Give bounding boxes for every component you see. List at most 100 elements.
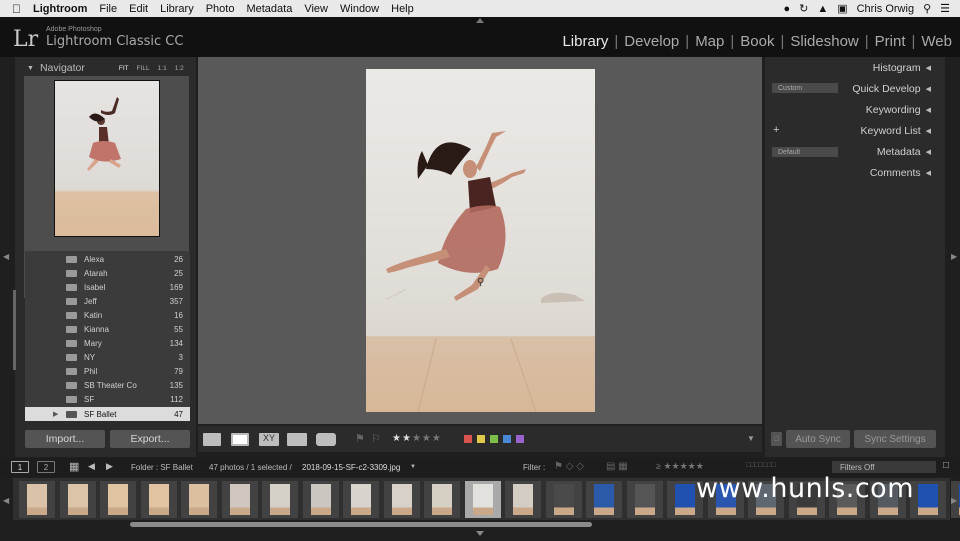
grid-view-icon[interactable]: [203, 433, 221, 446]
grid-view-icon[interactable]: ▦: [69, 460, 79, 473]
module-print[interactable]: Print: [875, 33, 906, 50]
collapse-top-icon[interactable]: [476, 18, 484, 23]
zoom-ratio[interactable]: 1:2: [175, 65, 184, 72]
module-book[interactable]: Book: [740, 33, 774, 50]
primary-window-button[interactable]: 1: [11, 461, 29, 473]
menu-help[interactable]: Help: [391, 3, 414, 15]
flag-pick-icon[interactable]: ⚑: [355, 432, 365, 445]
menu-metadata[interactable]: Metadata: [246, 3, 292, 15]
compare-view-icon[interactable]: XY: [259, 433, 279, 446]
people-view-icon[interactable]: [316, 433, 336, 446]
color-label-purple[interactable]: [516, 435, 524, 443]
folder-row-selected[interactable]: ▶ SF Ballet 47: [25, 407, 190, 421]
module-develop[interactable]: Develop: [624, 33, 679, 50]
menu-list-icon[interactable]: ☰: [940, 2, 950, 15]
filmstrip-thumbnail[interactable]: [424, 481, 460, 518]
loupe-view-icon[interactable]: [231, 433, 249, 446]
collapse-bottom-icon[interactable]: [476, 531, 484, 536]
filmstrip-thumbnail-selected[interactable]: [464, 481, 501, 518]
flag-reject-icon[interactable]: ⚐: [371, 432, 381, 445]
folder-row[interactable]: SB Theater Co 135: [25, 378, 190, 392]
filmstrip-thumbnail[interactable]: [302, 481, 339, 518]
filmstrip-thumbnail[interactable]: [505, 481, 541, 518]
filmstrip-thumbnail[interactable]: [181, 481, 217, 518]
filmstrip-thumbnail[interactable]: [140, 481, 177, 518]
menu-window[interactable]: Window: [340, 3, 379, 15]
user-name[interactable]: Chris Orwig: [857, 3, 914, 15]
filmstrip-thumbnail[interactable]: [19, 481, 55, 518]
quick-develop-header[interactable]: Quick Develop ◀: [767, 80, 937, 98]
filmstrip-thumbnail[interactable]: [221, 481, 258, 518]
filmstrip-thumbnail[interactable]: [626, 481, 663, 518]
left-panel-scrollbar[interactable]: [13, 290, 16, 370]
filters-off-dropdown[interactable]: Filters Off: [832, 461, 936, 473]
menu-view[interactable]: View: [304, 3, 328, 15]
survey-view-icon[interactable]: [287, 433, 307, 446]
filmstrip-thumbnail[interactable]: [383, 481, 420, 518]
folder-row[interactable]: Atarah 25: [25, 266, 190, 280]
creative-cloud-icon[interactable]: ●: [783, 3, 790, 15]
flag-filter-icons[interactable]: ⚑ ◇ ◇: [554, 461, 584, 472]
sync-settings-button[interactable]: Sync Settings: [854, 430, 936, 448]
menu-photo[interactable]: Photo: [206, 3, 235, 15]
zoom-fill[interactable]: FILL: [137, 65, 150, 72]
menu-file[interactable]: File: [99, 3, 117, 15]
module-slideshow[interactable]: Slideshow: [790, 33, 858, 50]
metadata-header[interactable]: Metadata ◀: [767, 143, 937, 161]
filmstrip-thumbnail[interactable]: [100, 481, 136, 518]
navigator-header[interactable]: ▼ Navigator FIT FILL 1:1 1:2: [27, 59, 199, 77]
folder-row[interactable]: Mary 134: [25, 336, 190, 350]
search-icon[interactable]: ⚲: [923, 2, 931, 15]
disclosure-triangle-icon[interactable]: ▼: [27, 65, 34, 72]
filename-menu-icon[interactable]: ▼: [410, 464, 416, 470]
keyword-list-header[interactable]: Keyword List ◀: [767, 122, 937, 140]
color-label-blue[interactable]: [503, 435, 511, 443]
screen-icon[interactable]: ▣: [837, 2, 847, 15]
main-photo[interactable]: ⚲: [366, 69, 595, 413]
folder-row[interactable]: NY 3: [25, 350, 190, 364]
source-folder[interactable]: Folder : SF Ballet: [131, 463, 193, 472]
menu-edit[interactable]: Edit: [129, 3, 148, 15]
navigator-thumbnail[interactable]: [54, 80, 160, 237]
edit-filter-icons[interactable]: ▤ ▦: [606, 461, 628, 472]
wifi-icon[interactable]: ▲: [817, 3, 828, 15]
export-button[interactable]: Export...: [110, 430, 190, 448]
folder-row[interactable]: Katin 16: [25, 308, 190, 322]
back-arrow-icon[interactable]: ◀: [88, 461, 95, 472]
comments-header[interactable]: Comments ◀: [767, 164, 937, 182]
folder-row[interactable]: Alexa 26: [25, 252, 190, 266]
color-label-red[interactable]: [464, 435, 472, 443]
module-map[interactable]: Map: [695, 33, 724, 50]
menu-library[interactable]: Library: [160, 3, 194, 15]
forward-arrow-icon[interactable]: ▶: [106, 461, 113, 472]
import-button[interactable]: Import...: [25, 430, 105, 448]
color-label-green[interactable]: [490, 435, 498, 443]
sync-icon[interactable]: ↻: [799, 2, 808, 15]
right-panel-toggle-icon[interactable]: ▶: [951, 252, 957, 261]
expand-arrow-icon[interactable]: ▶: [53, 410, 58, 418]
module-library[interactable]: Library: [562, 33, 608, 50]
menu-app[interactable]: Lightroom: [33, 3, 87, 15]
module-web[interactable]: Web: [921, 33, 952, 50]
filmstrip-thumbnail[interactable]: [59, 481, 96, 518]
folder-row[interactable]: Kianna 55: [25, 322, 190, 336]
keywording-header[interactable]: Keywording ◀: [767, 101, 937, 119]
toolbar-menu-icon[interactable]: ▼: [747, 434, 755, 443]
filter-lock-icon[interactable]: □: [943, 460, 949, 471]
folder-row[interactable]: SF 112: [25, 392, 190, 406]
selected-filename[interactable]: 2018-09-15-SF-c2-3309.jpg: [302, 463, 400, 472]
secondary-window-button[interactable]: 2: [37, 461, 55, 473]
filmstrip-scroll-left-icon[interactable]: ◀: [3, 496, 9, 505]
star-rating[interactable]: ★★★★★: [392, 433, 442, 444]
folder-row[interactable]: Phil 79: [25, 364, 190, 378]
filmstrip-scrollbar[interactable]: [130, 522, 592, 527]
filmstrip-thumbnail[interactable]: [545, 481, 582, 518]
apple-icon[interactable]: : [12, 2, 21, 16]
zoom-fit[interactable]: FIT: [119, 65, 129, 72]
filmstrip-thumbnail[interactable]: [262, 481, 298, 518]
filmstrip-thumbnail[interactable]: [343, 481, 379, 518]
filmstrip-thumbnail[interactable]: [910, 481, 946, 518]
color-filter-boxes[interactable]: □□□□□□□: [746, 462, 776, 469]
histogram-header[interactable]: Histogram ◀: [767, 59, 937, 77]
sync-switch[interactable]: □: [771, 432, 782, 446]
